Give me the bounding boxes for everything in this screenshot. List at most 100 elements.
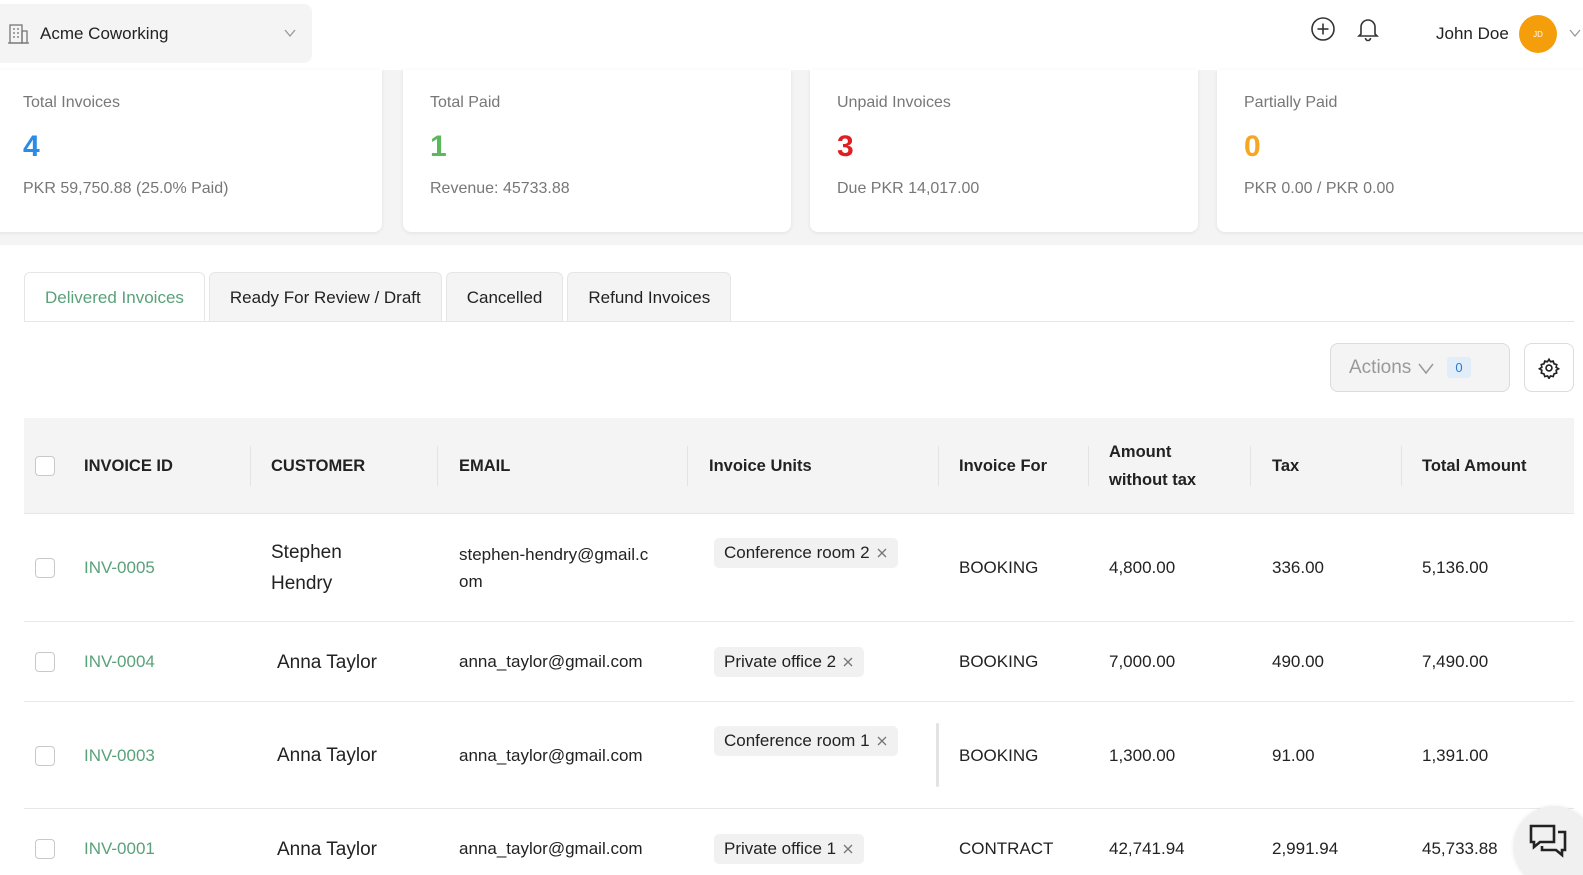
amount-without-tax: 1,300.00 [1109, 745, 1176, 765]
col-amount-without-tax[interactable]: Amount without tax [1109, 418, 1229, 514]
column-divider[interactable] [687, 446, 688, 486]
actions-label: Actions [1349, 356, 1412, 378]
select-all-cell [35, 418, 55, 514]
add-circle-icon[interactable] [1310, 16, 1336, 42]
select-all-checkbox[interactable] [35, 456, 55, 476]
col-invoice-id[interactable]: INVOICE ID [84, 418, 173, 514]
invoice-for: BOOKING [959, 652, 1039, 671]
tax-amount: 91.00 [1272, 745, 1315, 765]
invoice-id-link[interactable]: INV-0001 [84, 809, 155, 875]
column-divider[interactable] [1401, 446, 1402, 486]
invoice-id-link[interactable]: INV-0003 [84, 702, 155, 809]
total-amount: 5,136.00 [1422, 558, 1489, 577]
invoice-id-link[interactable]: INV-0005 [84, 514, 155, 622]
selected-count-badge: 0 [1447, 357, 1471, 378]
table-row[interactable]: INV-0005 Stephen Hendry stephen-hendry@g… [24, 514, 1574, 622]
stat-value: 0 [1244, 130, 1261, 163]
row-checkbox-cell [35, 514, 55, 622]
row-checkbox[interactable] [35, 652, 55, 672]
invoice-for: CONTRACT [959, 839, 1054, 858]
col-customer[interactable]: CUSTOMER [271, 418, 365, 514]
close-icon[interactable] [842, 843, 854, 855]
notification-bell-icon[interactable] [1355, 16, 1381, 42]
tax-amount: 336.00 [1272, 558, 1324, 577]
close-icon[interactable] [842, 656, 854, 668]
stat-value: 1 [430, 130, 447, 163]
row-checkbox-cell [35, 622, 55, 702]
tab-delivered-invoices[interactable]: Delivered Invoices [24, 272, 205, 322]
customer-name: Anna Taylor [277, 745, 377, 766]
top-bar: Acme Coworking John Doe JD [0, 0, 1583, 70]
stat-label: Total Invoices [23, 94, 120, 111]
total-amount: 45,733.88 [1422, 839, 1498, 858]
customer-email: stephen-hendry@gmail.com [459, 545, 649, 591]
invoice-for: BOOKING [959, 745, 1039, 765]
stat-card-partially-paid: Partially Paid 0 PKR 0.00 / PKR 0.00 [1217, 70, 1583, 232]
chevron-down-icon[interactable] [1568, 26, 1582, 40]
close-icon[interactable] [876, 735, 888, 747]
user-name[interactable]: John Doe [1436, 24, 1509, 44]
table-settings-button[interactable] [1524, 343, 1574, 392]
column-resize-handle[interactable] [936, 723, 939, 787]
tax-amount: 490.00 [1272, 652, 1324, 671]
customer-email: anna_taylor@gmail.com [459, 652, 643, 671]
stat-label: Partially Paid [1244, 94, 1338, 111]
customer-email: anna_taylor@gmail.com [459, 839, 643, 858]
col-invoice-for[interactable]: Invoice For [959, 418, 1047, 514]
invoices-page: Acme Coworking John Doe JD Total Invoice… [0, 0, 1583, 875]
chat-icon [1529, 824, 1567, 858]
amount-without-tax: 4,800.00 [1109, 558, 1176, 577]
row-checkbox-cell [35, 702, 55, 809]
chevron-down-icon [284, 29, 296, 38]
column-divider[interactable] [938, 446, 939, 486]
workspace-selector[interactable]: Acme Coworking [0, 4, 312, 63]
stat-card-total-invoices: Total Invoices 4 PKR 59,750.88 (25.0% Pa… [0, 70, 382, 232]
stat-label: Total Paid [430, 94, 501, 111]
column-divider[interactable] [1250, 446, 1251, 486]
col-email[interactable]: EMAIL [459, 418, 510, 514]
invoice-unit-chip: Private office 1 [714, 809, 865, 875]
table-row[interactable]: INV-0004 Anna Taylor anna_taylor@gmail.c… [24, 622, 1574, 702]
col-tax[interactable]: Tax [1272, 418, 1299, 514]
stat-sub: PKR 59,750.88 (25.0% Paid) [23, 180, 229, 197]
customer-name: Anna Taylor [277, 838, 377, 860]
workspace-name: Acme Coworking [40, 23, 169, 43]
gear-icon [1538, 357, 1560, 379]
table-row[interactable]: INV-0003 Anna Taylor anna_taylor@gmail.c… [24, 702, 1574, 809]
column-divider[interactable] [437, 446, 438, 486]
tab-refund-invoices[interactable]: Refund Invoices [567, 272, 732, 322]
col-total-amount[interactable]: Total Amount [1422, 418, 1526, 514]
invoice-for: BOOKING [959, 558, 1039, 577]
tabs-divider [24, 321, 1574, 322]
stat-label: Unpaid Invoices [837, 94, 951, 111]
invoice-unit-chip: Conference room 1 [714, 726, 898, 756]
customer-name: Stephen Hendry [271, 542, 342, 594]
actions-dropdown[interactable]: Actions 0 [1330, 343, 1510, 392]
col-invoice-units[interactable]: Invoice Units [709, 418, 812, 514]
column-divider[interactable] [250, 446, 251, 486]
column-divider[interactable] [1088, 446, 1089, 486]
amount-without-tax: 42,741.94 [1109, 839, 1185, 858]
avatar[interactable]: JD [1519, 15, 1557, 53]
unit-name: Private office 2 [724, 652, 837, 671]
tab-ready-for-review[interactable]: Ready For Review / Draft [208, 272, 442, 322]
row-checkbox[interactable] [35, 558, 55, 578]
invoice-tabs: Delivered Invoices Ready For Review / Dr… [24, 272, 735, 322]
row-checkbox-cell [35, 809, 55, 875]
invoices-table: INVOICE ID CUSTOMER EMAIL Invoice Units … [24, 418, 1574, 875]
invoice-id-link[interactable]: INV-0004 [84, 622, 155, 702]
table-row[interactable]: INV-0001 Anna Taylor anna_taylor@gmail.c… [24, 809, 1574, 875]
close-icon[interactable] [876, 547, 888, 559]
unit-name: Conference room 1 [724, 731, 870, 750]
amount-without-tax: 7,000.00 [1109, 652, 1176, 671]
tab-cancelled[interactable]: Cancelled [445, 272, 564, 322]
total-amount: 1,391.00 [1422, 745, 1489, 765]
row-checkbox[interactable] [35, 745, 55, 766]
stat-card-total-paid: Total Paid 1 Revenue: 45733.88 [403, 70, 791, 232]
row-checkbox[interactable] [35, 839, 55, 859]
unit-name: Private office 1 [724, 839, 837, 858]
stat-card-unpaid-invoices: Unpaid Invoices 3 Due PKR 14,017.00 [810, 70, 1198, 232]
total-amount: 7,490.00 [1422, 652, 1489, 671]
stat-sub: PKR 0.00 / PKR 0.00 [1244, 180, 1395, 197]
invoice-unit-chip: Private office 2 [714, 622, 865, 702]
